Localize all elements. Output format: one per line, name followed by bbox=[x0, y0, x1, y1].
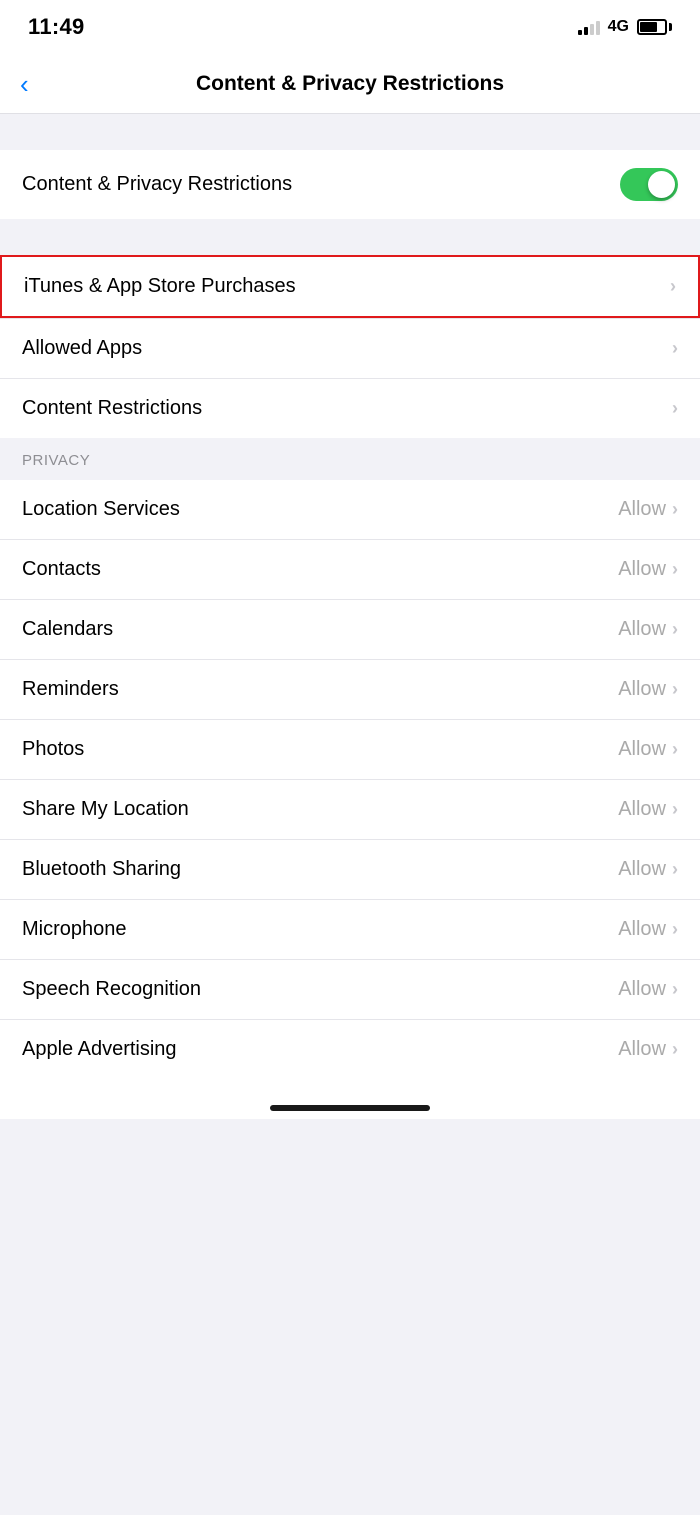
toggle-switch[interactable] bbox=[620, 168, 678, 201]
privacy-section-header: PRIVACY bbox=[0, 438, 700, 480]
privacy-row-right: Allow › bbox=[618, 738, 678, 761]
chevron-icon: › bbox=[672, 739, 678, 760]
allowed-apps-right: › bbox=[672, 338, 678, 359]
chevron-icon: › bbox=[672, 919, 678, 940]
chevron-icon: › bbox=[672, 499, 678, 520]
network-type: 4G bbox=[608, 18, 629, 36]
allowed-apps-label: Allowed Apps bbox=[22, 337, 142, 360]
content-restrictions-label: Content Restrictions bbox=[22, 397, 202, 420]
privacy-row-right: Allow › bbox=[618, 918, 678, 941]
chevron-icon: › bbox=[672, 1039, 678, 1060]
privacy-row-value: Allow bbox=[618, 618, 666, 641]
status-time: 11:49 bbox=[28, 14, 85, 40]
main-list-section: iTunes & App Store Purchases › Allowed A… bbox=[0, 255, 700, 438]
privacy-row-value: Allow bbox=[618, 558, 666, 581]
privacy-row-label: Bluetooth Sharing bbox=[22, 858, 181, 881]
chevron-icon-3: › bbox=[672, 398, 678, 419]
privacy-row-value: Allow bbox=[618, 1038, 666, 1061]
toggle-label: Content & Privacy Restrictions bbox=[22, 173, 292, 196]
privacy-row[interactable]: Photos Allow › bbox=[0, 720, 700, 780]
section-gap-top bbox=[0, 114, 700, 150]
privacy-row-right: Allow › bbox=[618, 978, 678, 1001]
chevron-icon: › bbox=[672, 979, 678, 1000]
content-restrictions-row[interactable]: Content Restrictions › bbox=[0, 379, 700, 438]
privacy-row-right: Allow › bbox=[618, 798, 678, 821]
status-bar: 11:49 4G bbox=[0, 0, 700, 54]
privacy-row[interactable]: Speech Recognition Allow › bbox=[0, 960, 700, 1020]
privacy-row[interactable]: Calendars Allow › bbox=[0, 600, 700, 660]
privacy-header-text: PRIVACY bbox=[22, 452, 90, 469]
privacy-row-right: Allow › bbox=[618, 618, 678, 641]
privacy-row-label: Location Services bbox=[22, 498, 180, 521]
itunes-row-right: › bbox=[670, 276, 676, 297]
privacy-row[interactable]: Location Services Allow › bbox=[0, 480, 700, 540]
privacy-row-value: Allow bbox=[618, 978, 666, 1001]
chevron-icon: › bbox=[672, 679, 678, 700]
privacy-row-label: Photos bbox=[22, 738, 84, 761]
privacy-row-label: Contacts bbox=[22, 558, 101, 581]
privacy-row-label: Apple Advertising bbox=[22, 1038, 177, 1061]
privacy-row[interactable]: Share My Location Allow › bbox=[0, 780, 700, 840]
nav-bar: ‹ Content & Privacy Restrictions bbox=[0, 54, 700, 114]
privacy-row-value: Allow bbox=[618, 678, 666, 701]
privacy-row-right: Allow › bbox=[618, 858, 678, 881]
itunes-row-label: iTunes & App Store Purchases bbox=[24, 275, 296, 298]
privacy-row-value: Allow bbox=[618, 498, 666, 521]
privacy-row[interactable]: Reminders Allow › bbox=[0, 660, 700, 720]
privacy-row-label: Speech Recognition bbox=[22, 978, 201, 1001]
section-gap-1 bbox=[0, 219, 700, 255]
privacy-row-label: Microphone bbox=[22, 918, 127, 941]
page-title: Content & Privacy Restrictions bbox=[60, 72, 640, 96]
chevron-icon: › bbox=[672, 799, 678, 820]
privacy-row[interactable]: Contacts Allow › bbox=[0, 540, 700, 600]
privacy-row-right: Allow › bbox=[618, 1038, 678, 1061]
privacy-list-section: Location ServicesAllow›ContactsAllow›Cal… bbox=[0, 480, 700, 1079]
chevron-icon: › bbox=[672, 559, 678, 580]
back-chevron-icon: ‹ bbox=[20, 71, 29, 97]
privacy-row-right: Allow › bbox=[618, 558, 678, 581]
privacy-row[interactable]: Bluetooth Sharing Allow › bbox=[0, 840, 700, 900]
content-restrictions-right: › bbox=[672, 398, 678, 419]
privacy-row[interactable]: Microphone Allow › bbox=[0, 900, 700, 960]
privacy-row-label: Reminders bbox=[22, 678, 119, 701]
signal-icon bbox=[578, 19, 600, 35]
back-button[interactable]: ‹ bbox=[20, 71, 60, 97]
privacy-row-right: Allow › bbox=[618, 678, 678, 701]
chevron-icon: › bbox=[672, 619, 678, 640]
privacy-row-right: Allow › bbox=[618, 498, 678, 521]
home-indicator-area bbox=[0, 1079, 700, 1119]
toggle-thumb bbox=[648, 171, 675, 198]
content-privacy-toggle-row: Content & Privacy Restrictions bbox=[0, 150, 700, 219]
privacy-row-value: Allow bbox=[618, 858, 666, 881]
privacy-row-value: Allow bbox=[618, 738, 666, 761]
battery-icon bbox=[637, 19, 672, 35]
status-icons: 4G bbox=[578, 18, 672, 36]
privacy-row-label: Share My Location bbox=[22, 798, 189, 821]
allowed-apps-row[interactable]: Allowed Apps › bbox=[0, 319, 700, 379]
privacy-row-value: Allow bbox=[618, 918, 666, 941]
privacy-row-label: Calendars bbox=[22, 618, 113, 641]
chevron-icon: › bbox=[670, 276, 676, 297]
chevron-icon-2: › bbox=[672, 338, 678, 359]
home-indicator bbox=[270, 1105, 430, 1111]
itunes-purchases-row[interactable]: iTunes & App Store Purchases › bbox=[0, 255, 700, 318]
privacy-row[interactable]: Apple Advertising Allow › bbox=[0, 1020, 700, 1079]
chevron-icon: › bbox=[672, 859, 678, 880]
privacy-row-value: Allow bbox=[618, 798, 666, 821]
